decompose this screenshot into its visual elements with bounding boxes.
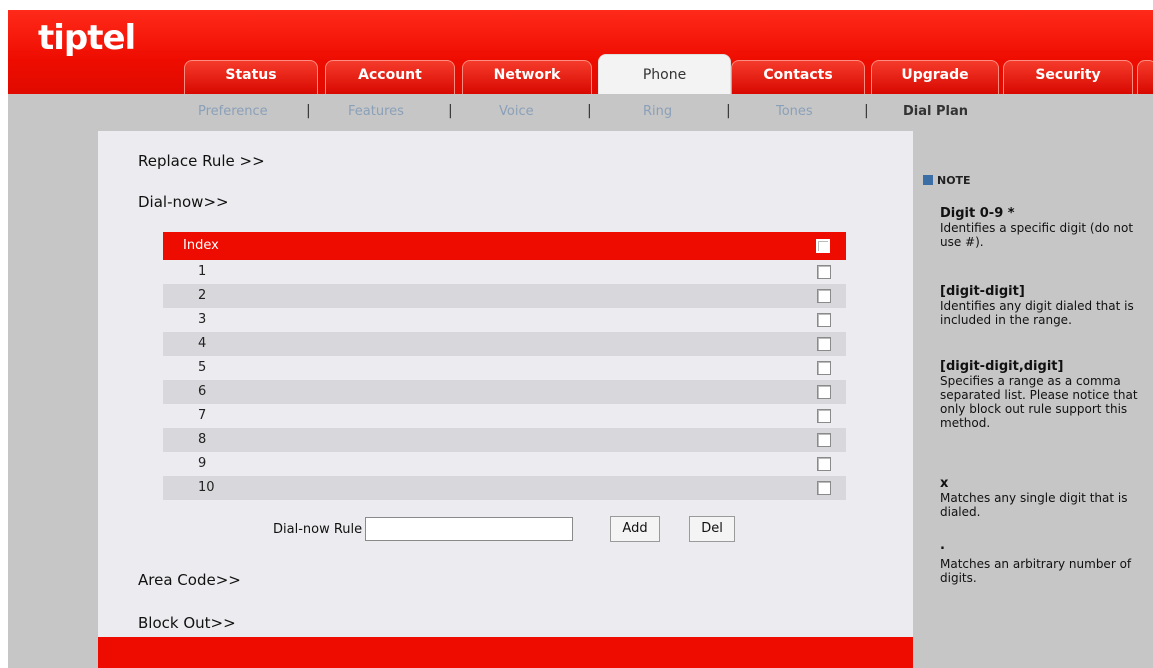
- row-index: 4: [198, 336, 207, 351]
- row-checkbox[interactable]: [817, 289, 831, 303]
- dial-now-rule-input[interactable]: [365, 517, 573, 541]
- subnav-separator: |: [587, 103, 592, 119]
- note-item: Digit 0-9 * Identifies a specific digit …: [940, 206, 1140, 250]
- tab-account[interactable]: Account: [325, 60, 455, 94]
- note-heading: NOTE: [923, 174, 971, 187]
- row-checkbox[interactable]: [817, 313, 831, 327]
- subnav-separator: |: [864, 103, 869, 119]
- replace-rule-link[interactable]: Replace Rule >>: [138, 152, 265, 170]
- tab-upgrade[interactable]: Upgrade: [871, 60, 999, 94]
- table-row: 3: [163, 308, 846, 332]
- dial-now-table: Index 1 2 3 4 5 6 7 8 9 10: [163, 232, 846, 500]
- top-strip: [0, 0, 1153, 10]
- subnav-voice[interactable]: Voice: [499, 104, 534, 119]
- subnav-features[interactable]: Features: [348, 104, 404, 119]
- dial-now-rule-label: Dial-now Rule: [273, 522, 363, 537]
- row-index: 8: [198, 432, 207, 447]
- row-checkbox[interactable]: [817, 385, 831, 399]
- subnav-ring[interactable]: Ring: [643, 104, 672, 119]
- row-index: 2: [198, 288, 207, 303]
- table-row: 9: [163, 452, 846, 476]
- note-item-text: Identifies a specific digit (do not use …: [940, 221, 1134, 249]
- row-index: 7: [198, 408, 207, 423]
- row-checkbox[interactable]: [817, 481, 831, 495]
- note-panel: NOTE Digit 0-9 * Identifies a specific d…: [913, 131, 1153, 637]
- note-item-title: .: [940, 538, 945, 553]
- subnav-tones[interactable]: Tones: [776, 104, 813, 119]
- subnav-preference[interactable]: Preference: [198, 104, 268, 119]
- note-item: [digit-digit] Identifies any digit diale…: [940, 284, 1140, 328]
- row-index: 1: [198, 264, 207, 279]
- row-index: 3: [198, 312, 207, 327]
- note-item-title: [digit-digit,digit]: [940, 359, 1064, 374]
- footer-bar: [98, 637, 913, 668]
- tab-overflow: [1137, 60, 1153, 94]
- tab-phone[interactable]: Phone: [598, 54, 731, 94]
- note-item-text: Specifies a range as a comma separated l…: [940, 374, 1138, 430]
- note-heading-text: NOTE: [937, 174, 971, 187]
- sub-navigation: Preference | Features | Voice | Ring | T…: [8, 94, 1153, 131]
- table-row: 2: [163, 284, 846, 308]
- tab-contacts[interactable]: Contacts: [731, 60, 865, 94]
- subnav-separator: |: [448, 103, 453, 119]
- row-checkbox[interactable]: [817, 265, 831, 279]
- table-row: 10: [163, 476, 846, 500]
- row-checkbox[interactable]: [817, 409, 831, 423]
- block-out-link[interactable]: Block Out>>: [138, 614, 236, 632]
- tab-security[interactable]: Security: [1003, 60, 1133, 94]
- area-code-link[interactable]: Area Code>>: [138, 571, 241, 589]
- note-item-title: [digit-digit]: [940, 284, 1025, 299]
- row-checkbox[interactable]: [817, 337, 831, 351]
- header: tiptel Status Account Network Phone Cont…: [8, 10, 1153, 94]
- note-icon: [923, 175, 933, 185]
- row-index: 9: [198, 456, 207, 471]
- row-index: 10: [198, 480, 215, 495]
- table-row: 6: [163, 380, 846, 404]
- add-button[interactable]: Add: [610, 516, 660, 542]
- table-row: 7: [163, 404, 846, 428]
- note-item-text: Matches any single digit that is dialed.: [940, 491, 1128, 519]
- note-item-text: Identifies any digit dialed that is incl…: [940, 299, 1134, 327]
- row-checkbox[interactable]: [817, 361, 831, 375]
- del-button[interactable]: Del: [689, 516, 735, 542]
- main-content: Replace Rule >> Dial-now>> Index 1 2 3 4…: [98, 131, 913, 637]
- table-row: 4: [163, 332, 846, 356]
- tab-status[interactable]: Status: [184, 60, 318, 94]
- note-item: [digit-digit,digit] Specifies a range as…: [940, 359, 1140, 431]
- table-row: 1: [163, 260, 846, 284]
- left-margin: [8, 131, 98, 637]
- subnav-dial-plan[interactable]: Dial Plan: [903, 104, 968, 119]
- table-header: Index: [163, 232, 846, 260]
- note-item-text: Matches an arbitrary number of digits.: [940, 557, 1132, 585]
- note-item: . Matches an arbitrary number of digits.: [940, 538, 1140, 586]
- row-checkbox[interactable]: [817, 433, 831, 447]
- table-row: 8: [163, 428, 846, 452]
- note-item-title: Digit 0-9 *: [940, 206, 1015, 221]
- row-index: 5: [198, 360, 207, 375]
- row-index: 6: [198, 384, 207, 399]
- dial-now-link[interactable]: Dial-now>>: [138, 193, 229, 211]
- footer: [8, 637, 1153, 668]
- index-column-header: Index: [183, 238, 219, 253]
- row-checkbox[interactable]: [817, 457, 831, 471]
- subnav-separator: |: [306, 103, 311, 119]
- note-item-title: x: [940, 476, 949, 491]
- tab-network[interactable]: Network: [462, 60, 592, 94]
- note-item: x Matches any single digit that is diale…: [940, 476, 1140, 520]
- tiptel-logo: tiptel: [38, 18, 136, 58]
- table-row: 5: [163, 356, 846, 380]
- subnav-separator: |: [726, 103, 731, 119]
- select-all-checkbox[interactable]: [815, 238, 831, 254]
